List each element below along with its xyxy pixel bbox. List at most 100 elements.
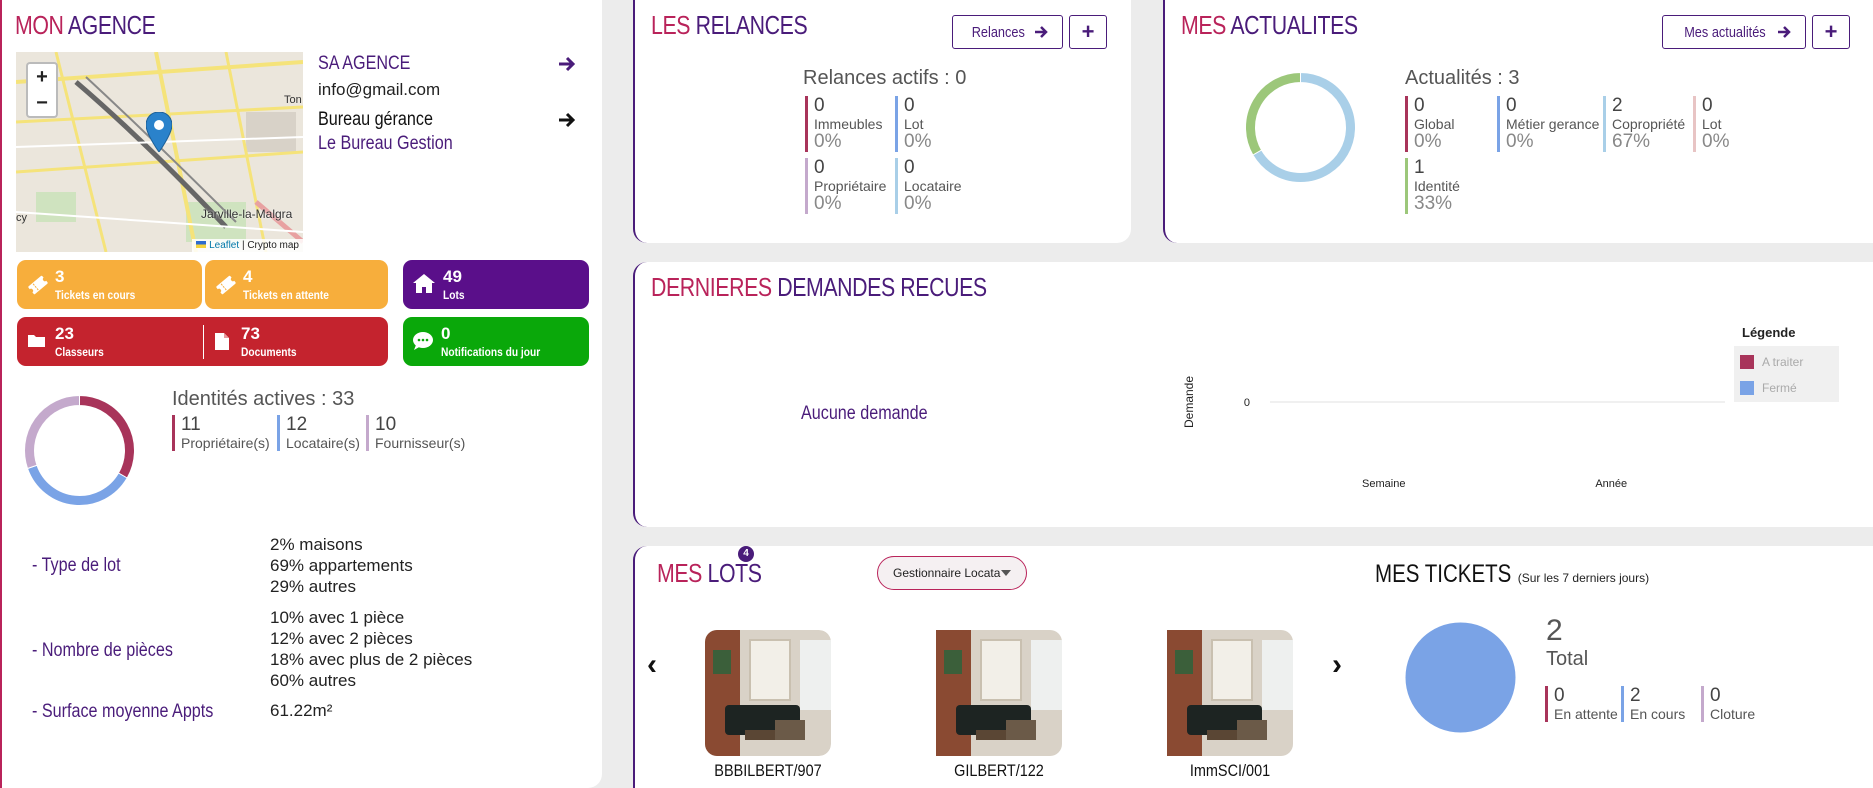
- tile-value: 0: [441, 324, 451, 343]
- stat-value: 0: [814, 157, 825, 178]
- ukraine-flag-icon: [196, 241, 207, 248]
- stat-percent: 0%: [904, 131, 932, 152]
- agence-panel: MON AGENCE + − Jarville-la-Malgra Ton cy…: [0, 0, 602, 788]
- actualite-stat-metier-gerance: 0 Métier gerance 0%: [1497, 96, 1599, 152]
- lot-name: ImmSCI/001: [1189, 761, 1271, 780]
- lots-title: MES LOTS: [657, 558, 762, 588]
- stat-percent: 67%: [1612, 131, 1651, 152]
- stat-label: En cours: [1630, 706, 1686, 722]
- arrow-right-icon: [1777, 26, 1791, 38]
- map-marker-icon[interactable]: [146, 112, 172, 152]
- detail-value: 69% appartements: [270, 556, 413, 575]
- lots-prev-button[interactable]: ‹: [647, 650, 657, 680]
- stat-label: Global: [1414, 116, 1455, 132]
- gestionnaire-dropdown[interactable]: Gestionnaire Locata: [877, 556, 1027, 590]
- stat-value: 0: [904, 157, 915, 178]
- stat-label: Locataire: [904, 178, 962, 194]
- tile-documents[interactable]: 73 Documents: [203, 317, 388, 366]
- relance-stat-locataire: 0 Locataire 0%: [895, 158, 962, 214]
- lots-next-button[interactable]: ›: [1332, 650, 1342, 680]
- arrow-right-icon: [1034, 26, 1048, 38]
- tile-value: 23: [55, 324, 74, 343]
- lot-photo: [705, 630, 831, 756]
- tile-tickets-en-attente[interactable]: 4 Tickets en attente: [205, 260, 388, 309]
- tile-caption: Tickets en cours: [55, 288, 136, 302]
- lot-photo: [1167, 630, 1293, 756]
- map-zoom-in-button[interactable]: +: [26, 62, 58, 91]
- stat-value: 1: [1414, 157, 1425, 178]
- identites-donut-slice: [24, 394, 80, 470]
- stat-value: 2: [1612, 95, 1623, 116]
- x-tick-label: Semaine: [1362, 478, 1405, 490]
- relances-summary: Relances actifs : 0: [803, 67, 967, 89]
- legend-item-label[interactable]: Fermé: [1762, 381, 1797, 395]
- bureau-name: Le Bureau Gestion: [318, 133, 453, 154]
- actualite-stat-identite: 1 Identité 33%: [1405, 158, 1460, 214]
- attribution-text: | Crypto map: [241, 240, 299, 251]
- legend-swatch[interactable]: [1740, 355, 1754, 369]
- detail-value: 2% maisons: [270, 535, 363, 554]
- actualites-summary: Actualités : 3: [1405, 67, 1520, 89]
- x-tick-label: Année: [1595, 478, 1627, 490]
- relances-button[interactable]: Relances: [952, 15, 1063, 49]
- agency-arrow-icon[interactable]: [557, 55, 577, 73]
- stat-label: Métier gerance: [1506, 116, 1600, 132]
- tickets-pie-slice: [1405, 622, 1516, 733]
- detail-value: 18% avec plus de 2 pièces: [270, 650, 473, 669]
- stat-percent: 0%: [1506, 131, 1534, 152]
- actualites-button[interactable]: Mes actualités: [1662, 15, 1806, 49]
- tile-notifications[interactable]: 0 Notifications du jour: [403, 317, 589, 366]
- lot-card[interactable]: ImmSCI/001: [1167, 630, 1293, 780]
- demandes-bar-chart: Demande 0 Semaine Année Légende A traiter Ferm…: [1182, 325, 1839, 490]
- add-relance-button[interactable]: +: [1069, 15, 1107, 49]
- map-zoom-out-button[interactable]: −: [26, 90, 58, 118]
- relance-stat-proprietaire: 0 Propriétaire 0%: [805, 158, 886, 214]
- identite-stat-locataire: 12 Locataire(s): [277, 415, 360, 451]
- legend-item-label[interactable]: A traiter: [1762, 355, 1803, 369]
- stat-label: Cloture: [1710, 706, 1756, 722]
- lot-name: BBBILBERT/907: [714, 761, 822, 780]
- dropdown-value: Gestionnaire Locata: [893, 566, 1001, 580]
- tile-classeurs[interactable]: 23 Classeurs: [17, 317, 202, 366]
- relances-panel: LES RELANCES Relances + Relances actifs …: [633, 0, 1131, 243]
- stat-percent: 33%: [1414, 193, 1453, 214]
- tile-tickets-en-cours[interactable]: 3 Tickets en cours: [17, 260, 202, 309]
- relance-stat-lot: 0 Lot 0%: [895, 96, 931, 152]
- actualites-donut-slice: [1245, 71, 1301, 156]
- tickets-pie-chart: [1405, 622, 1516, 733]
- tile-caption: Tickets en attente: [243, 288, 329, 302]
- identite-stat-fournisseur: 10 Fournisseur(s): [366, 415, 465, 451]
- add-actualite-button[interactable]: +: [1812, 15, 1850, 49]
- detail-value: 29% autres: [270, 577, 356, 596]
- map-edge-label-top: Ton: [284, 94, 302, 106]
- legend-swatch[interactable]: [1740, 381, 1754, 395]
- actualite-stat-lot: 0 Lot 0%: [1693, 96, 1729, 152]
- identites-title: Identités actives : 33: [172, 388, 355, 410]
- tile-caption: Classeurs: [55, 345, 104, 359]
- bureau-arrow-icon[interactable]: [557, 111, 577, 129]
- stat-value: 12: [286, 414, 308, 435]
- ticket-icon: [216, 275, 236, 295]
- detail-value: 10% avec 1 pièce: [270, 608, 405, 627]
- tile-value: 73: [241, 324, 260, 343]
- agency-map[interactable]: + − Jarville-la-Malgra Ton cy Leaflet | …: [16, 52, 303, 252]
- stat-label: Lot: [904, 116, 924, 132]
- lot-card[interactable]: GILBERT/122: [936, 630, 1062, 780]
- ticket-stat-en-attente: 0 En attente: [1545, 686, 1618, 722]
- stat-label: Lot: [1702, 116, 1722, 132]
- tickets-title-text: MES TICKETS: [1375, 560, 1512, 588]
- stat-value: 0: [1710, 685, 1721, 706]
- stat-value: 0: [1506, 95, 1517, 116]
- leaflet-link[interactable]: Leaflet: [209, 240, 239, 251]
- stat-percent: 0%: [1414, 131, 1442, 152]
- actualites-title: MES ACTUALITES: [1181, 10, 1358, 40]
- map-attribution: Leaflet | Crypto map: [192, 239, 303, 252]
- tile-caption: Documents: [241, 345, 297, 359]
- tile-lots[interactable]: 49 Lots: [403, 260, 589, 309]
- bureau-label: Bureau gérance: [318, 109, 433, 130]
- detail-value: 60% autres: [270, 671, 356, 690]
- stat-value: 0: [1702, 95, 1713, 116]
- lot-card[interactable]: BBBILBERT/907: [705, 630, 831, 780]
- tile-caption: Lots: [443, 288, 465, 302]
- detail-value: 12% avec 2 pièces: [270, 629, 413, 648]
